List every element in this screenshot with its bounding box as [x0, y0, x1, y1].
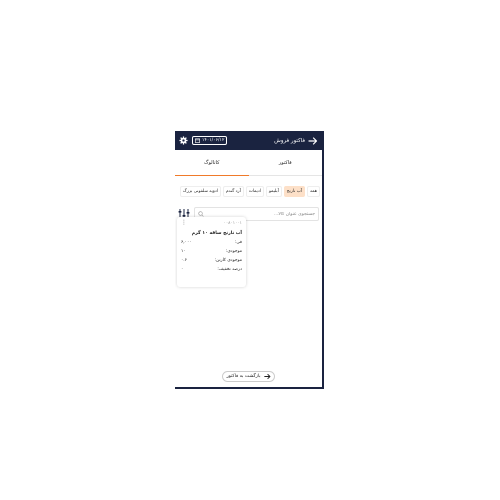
page-title: فاکتور فروش	[274, 137, 305, 144]
back-to-invoice-button[interactable]: بازگشت به فاکتور	[222, 371, 275, 382]
category-chip-lemon-juice[interactable]: آبلیمو	[265, 185, 282, 197]
carton-stock-value: ۰.۶	[181, 258, 187, 263]
product-code: ۰۰۸۰۱۰۰۱	[223, 220, 242, 226]
carton-stock-label: موجودی کارتن:	[214, 258, 242, 263]
product-card[interactable]: ۰۰۸۰۱۰۰۱ ⋮ آب نارنج ساقه ۱۰ گرم فی: ۶,۰۰…	[177, 217, 246, 287]
gear-icon[interactable]	[179, 136, 188, 145]
product-carton-stock-row: موجودی کارتن: ۰.۶	[181, 258, 242, 263]
header-actions: ۱۴۰۱/۰۶/۱۲	[179, 136, 228, 145]
discount-value: ۰	[181, 267, 184, 272]
category-chip-large-spice[interactable]: ادویه سلفونی بزرگ	[179, 185, 221, 197]
calendar-icon	[195, 138, 200, 143]
price-value: ۶,۰۰۰	[181, 240, 192, 245]
date-selector[interactable]: ۱۴۰۱/۰۶/۱۲	[192, 136, 228, 145]
tab-invoice[interactable]: فاکتور	[249, 150, 323, 175]
tab-label: فاکتور	[278, 159, 292, 166]
stock-value: ۱۰	[181, 249, 186, 254]
app-screen: فاکتور فروش ۱۴۰۱/۰۶/۱۲ فاکتور کاتالوگ هم…	[175, 131, 324, 389]
product-price-row: فی: ۶,۰۰۰	[181, 240, 242, 245]
arrow-right-icon	[263, 373, 270, 380]
more-options-icon[interactable]: ⋮	[181, 220, 187, 226]
tab-bar: فاکتور کاتالوگ	[175, 150, 322, 176]
product-code-row: ۰۰۸۰۱۰۰۱ ⋮	[181, 220, 242, 226]
arrow-right-icon[interactable]	[308, 136, 318, 146]
product-discount-row: درصد تخفیف: ۰	[181, 267, 242, 272]
product-stock-row: موجودی: ۱۰	[181, 249, 242, 254]
back-to-invoice-label: بازگشت به فاکتور	[226, 374, 261, 379]
tab-label: کاتالوگ	[204, 159, 220, 166]
date-value: ۱۴۰۱/۰۶/۱۲	[202, 138, 225, 143]
search-input[interactable]	[207, 211, 315, 217]
header-title-group: فاکتور فروش	[274, 136, 318, 146]
discount-label: درصد تخفیف:	[217, 267, 242, 272]
product-name: آب نارنج ساقه ۱۰ گرم	[191, 231, 242, 236]
top-bar: فاکتور فروش ۱۴۰۱/۰۶/۱۲	[175, 131, 322, 150]
category-chip-adimat[interactable]: ادیمات	[245, 185, 264, 197]
category-filter: همه آب نارنج آبلیمو ادیمات آرد گندم ادوی…	[175, 176, 322, 200]
price-label: فی:	[234, 240, 242, 245]
category-chip-all[interactable]: همه	[306, 185, 320, 197]
tab-catalog[interactable]: کاتالوگ	[175, 150, 249, 176]
category-chip-sour-orange[interactable]: آب نارنج	[283, 185, 305, 197]
category-chip-wheat-flour[interactable]: آرد گندم	[222, 185, 244, 197]
stock-label: موجودی:	[225, 249, 242, 254]
